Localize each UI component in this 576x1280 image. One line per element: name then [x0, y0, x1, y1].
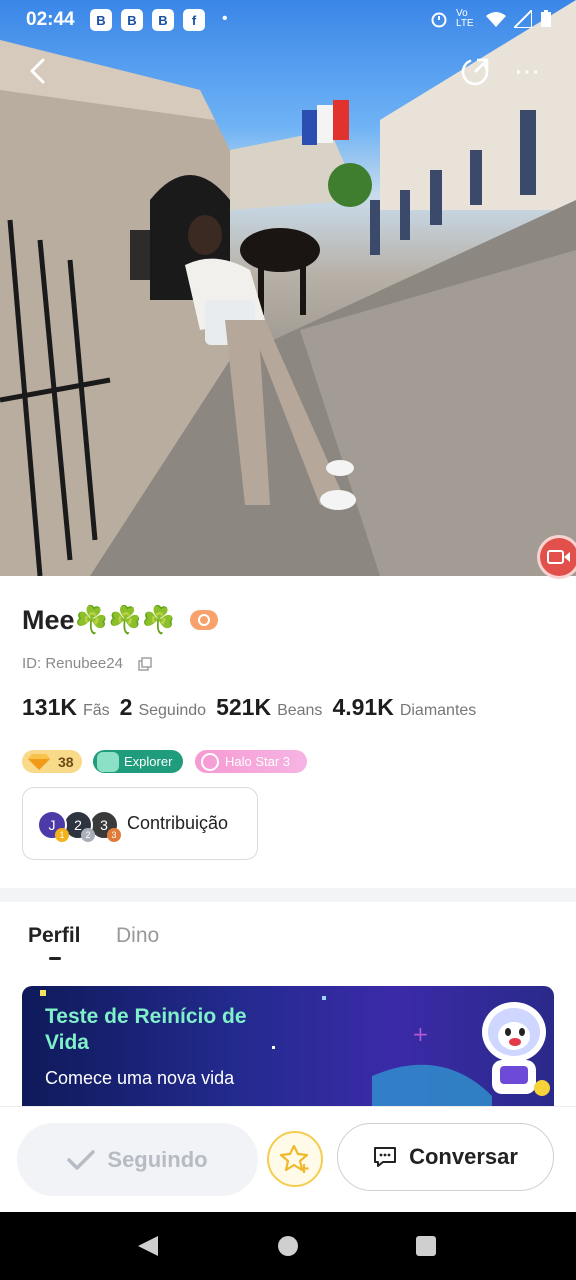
tab-dino[interactable]: Dino [116, 924, 159, 948]
section-divider [0, 888, 576, 902]
profile-user-id: ID: Renubee24 [22, 655, 123, 672]
following-label: Seguindo [107, 1146, 208, 1172]
explorer-label: Explorer [124, 754, 173, 769]
star-plus-icon [279, 1144, 309, 1173]
halo-icon [201, 752, 219, 771]
copy-id-icon[interactable] [138, 657, 152, 671]
app-notification-icon: B [121, 9, 143, 31]
fans-label[interactable]: Fãs [83, 702, 110, 720]
signal-icon [514, 10, 532, 28]
back-icon[interactable] [24, 56, 54, 86]
nav-back-icon[interactable] [136, 1234, 160, 1258]
share-icon[interactable] [460, 56, 492, 86]
wifi-icon [486, 12, 506, 27]
halo-star-badge[interactable]: Halo Star 3 [195, 750, 307, 773]
level-number: 38 [58, 753, 74, 770]
alarm-icon [431, 12, 447, 28]
fans-count[interactable]: 131K [22, 694, 77, 721]
system-navigation-bar [0, 1212, 576, 1280]
beans-label: Beans [277, 702, 323, 719]
avatar: J 1 [37, 809, 69, 842]
profile-cover-photo[interactable] [0, 0, 576, 576]
app-notification-icon: B [90, 9, 112, 31]
video-camera-icon [547, 550, 570, 564]
network-type-label: Vo LTE [456, 8, 474, 29]
following-count[interactable]: 2 [120, 694, 133, 721]
status-bar: 02:44 B B B f • Vo LTE [0, 0, 576, 40]
explorer-badge[interactable]: Explorer [93, 750, 183, 773]
chat-bubble-icon [374, 1147, 397, 1167]
notification-icons: B B B f [90, 9, 205, 31]
chat-label: Conversar [409, 1144, 518, 1169]
beans-count: 521K [216, 694, 272, 720]
cover-photo-illustration [0, 0, 576, 576]
profile-name: Mee☘️☘️☘️ [22, 605, 176, 635]
checkmark-icon [67, 1149, 96, 1170]
tab-perfil[interactable]: Perfil [28, 924, 81, 948]
rank-badge: 1 [55, 827, 69, 842]
more-notifications-dot-icon: • [222, 10, 228, 27]
diamonds-count: 4.91K [332, 694, 394, 720]
favorite-star-button[interactable] [267, 1131, 323, 1187]
nav-recents-icon[interactable] [416, 1236, 436, 1256]
following-button[interactable]: Seguindo [17, 1123, 258, 1196]
banner-title: Teste de Reinício de Vida [45, 1005, 247, 1054]
bottom-action-bar: Seguindo Conversar [0, 1106, 576, 1212]
facebook-icon: f [183, 9, 205, 31]
status-right-icons: Vo LTE [430, 9, 552, 29]
profile-stats: 131K Fãs 2 Seguindo 521K Beans 4.91K Dia… [22, 694, 486, 721]
chat-button[interactable]: Conversar [337, 1123, 554, 1191]
explorer-icon [97, 751, 119, 772]
nav-home-icon[interactable] [278, 1236, 298, 1256]
following-label[interactable]: Seguindo [138, 702, 206, 720]
contribution-label: Contribuição [127, 813, 229, 833]
top-contributors-avatars: J 1 2 2 3 3 [37, 806, 123, 842]
contribution-button[interactable]: J 1 2 2 3 3 Contribuição [22, 787, 258, 860]
halo-label: Halo Star 3 [225, 754, 291, 769]
active-tab-indicator [49, 957, 61, 960]
level-badge[interactable]: 38 [22, 750, 82, 773]
life-restart-banner[interactable]: + Teste de Reinício de Vida Comece uma n… [22, 986, 554, 1106]
battery-icon [541, 10, 551, 27]
banner-subtitle: Comece uma nova vida [45, 1068, 235, 1088]
diamonds-label: Diamantes [399, 702, 477, 719]
rank-badge: 2 [81, 827, 95, 842]
status-time: 02:44 [26, 9, 75, 30]
more-options-icon[interactable]: ⋯ [514, 58, 548, 84]
live-camera-button[interactable] [537, 535, 576, 579]
diamond-icon [28, 753, 50, 770]
gender-badge-icon [190, 610, 218, 630]
rank-badge: 3 [107, 827, 121, 842]
astronaut-illustration [482, 1002, 550, 1096]
app-notification-icon: B [152, 9, 174, 31]
